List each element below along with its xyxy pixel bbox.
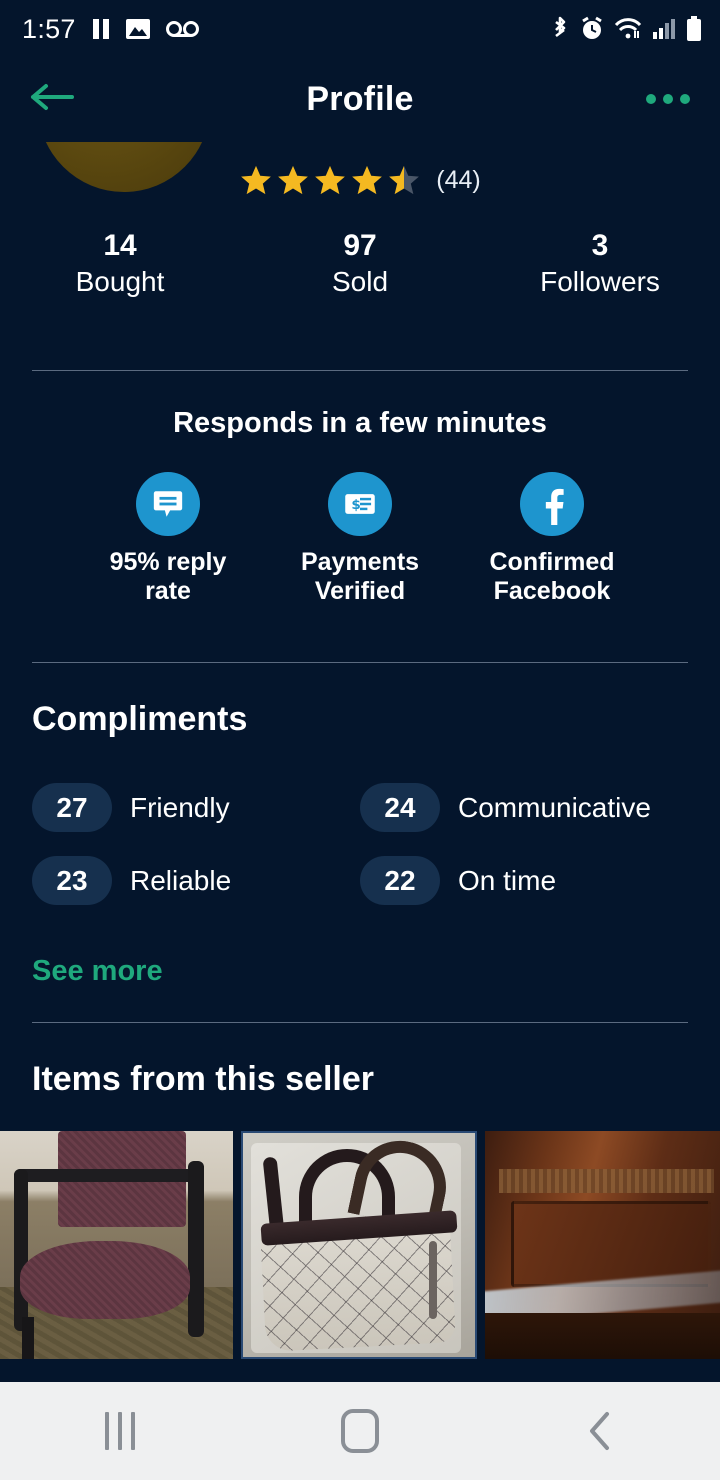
stat-label: Bought [75,266,165,298]
badge-payments-verified[interactable]: $ Payments Verified [300,472,420,605]
badge-label: 95% reply rate [109,548,227,605]
divider [32,1022,688,1023]
badge-reply-rate[interactable]: 95% reply rate [108,472,228,605]
back-arrow-icon [31,83,74,110]
payment-card-icon: $ [345,494,375,514]
star-icon [241,165,272,195]
stat-followers[interactable]: 3 Followers [480,228,720,301]
item-thumbnail-handbag[interactable] [241,1131,477,1359]
profile-screen: 1:57 Profile (44) 14 Bought 97 Sold 3 Fo… [0,0,720,1480]
svg-text:$: $ [351,497,360,513]
stat-value: 97 [343,229,377,262]
compliment-reliable[interactable]: 23 Reliable [32,856,360,905]
stat-value: 3 [591,229,609,262]
compliment-friendly[interactable]: 27 Friendly [32,783,360,832]
compliment-label: Friendly [130,791,230,823]
half-star-icon [389,165,420,195]
back-button[interactable] [30,81,74,118]
seller-items-carousel[interactable] [0,1131,720,1359]
stat-label: Followers [540,266,660,298]
star-icon [278,165,309,195]
badge-label: Confirmed Facebook [489,548,615,605]
nav-back-button[interactable] [540,1382,660,1480]
bluetooth-icon [550,16,570,42]
compliment-count: 22 [360,856,440,905]
items-section-title: Items from this seller [32,1060,375,1098]
more-options-button[interactable] [646,94,690,104]
status-bar: 1:57 [0,0,720,58]
status-bar-right [550,16,702,42]
recents-button[interactable] [60,1382,180,1480]
compliments-title: Compliments [32,700,248,738]
item-thumbnail-wood-furniture[interactable] [484,1131,720,1359]
compliments-grid: 27 Friendly 24 Communicative 23 Reliable… [32,783,688,905]
stat-bought[interactable]: 14 Bought [0,228,240,301]
more-options-icon [646,94,656,104]
home-button[interactable] [300,1382,420,1480]
review-count: (44) [436,165,481,194]
payment-card-badge: $ [328,472,392,536]
response-time-text: Responds in a few minutes [173,407,547,439]
divider [32,370,688,371]
nav-back-icon [590,1412,609,1450]
compliment-label: Communicative [458,791,651,823]
divider [32,662,688,663]
chat-bubble-icon [153,491,183,517]
compliment-label: On time [458,864,557,896]
compliment-count: 23 [32,856,112,905]
compliment-count: 24 [360,783,440,832]
android-nav-bar [0,1382,720,1480]
stat-label: Sold [331,266,389,298]
app-bar: Profile [0,58,720,140]
home-icon [341,1409,379,1453]
stat-sold[interactable]: 97 Sold [240,228,480,301]
stat-value: 14 [103,229,137,262]
see-more-link[interactable]: See more [32,955,163,988]
profile-stats: 14 Bought 97 Sold 3 Followers [0,228,720,301]
pause-icon [92,18,110,40]
alarm-icon [580,16,604,42]
trust-badges: 95% reply rate $ Payments Verified Confi… [0,472,720,605]
battery-icon [686,16,702,42]
chat-bubble-badge [136,472,200,536]
recents-icon [105,1412,135,1450]
compliment-label: Reliable [130,864,232,896]
wifi-icon [614,17,642,41]
wood-furniture-photo [484,1131,720,1359]
compliment-on-time[interactable]: 22 On time [360,856,688,905]
star-icon [315,165,346,195]
star-rating [239,163,421,197]
facebook-badge [520,472,584,536]
facebook-icon [545,488,564,525]
status-bar-clock: 1:57 [22,13,76,44]
chair-photo [0,1131,234,1359]
status-bar-left: 1:57 [22,14,200,45]
page-title: Profile [306,79,414,118]
rating-row: (44) [0,163,720,197]
compliment-communicative[interactable]: 24 Communicative [360,783,688,832]
image-icon [125,18,150,40]
compliment-count: 27 [32,783,112,832]
handbag-photo [243,1133,475,1357]
voicemail-icon [165,20,200,38]
cellular-signal-icon [652,18,676,40]
item-thumbnail-chair[interactable] [0,1131,234,1359]
badge-confirmed-facebook[interactable]: Confirmed Facebook [489,472,615,605]
star-icon [352,165,383,195]
badge-label: Payments Verified [300,548,420,605]
